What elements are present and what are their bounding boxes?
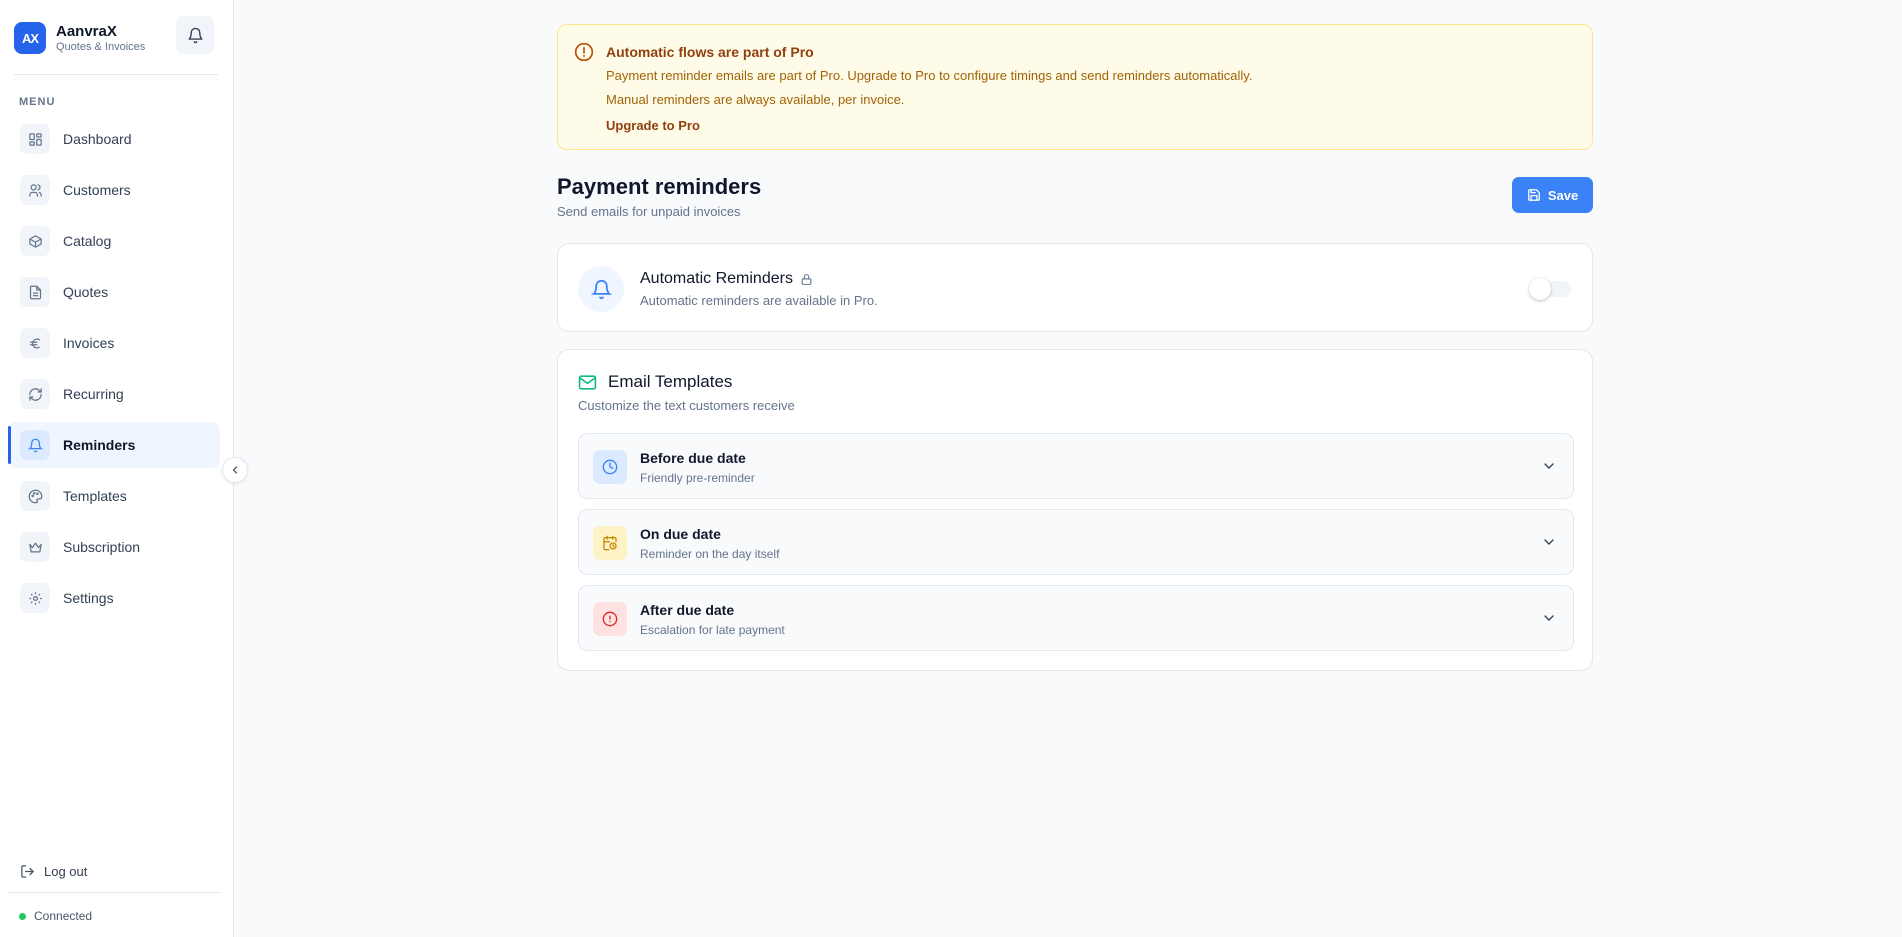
template-subtitle: Reminder on the day itself — [640, 547, 780, 561]
gear-icon — [20, 583, 50, 613]
sidebar-item-dashboard[interactable]: Dashboard — [8, 116, 220, 162]
sidebar-item-recurring[interactable]: Recurring — [8, 371, 220, 417]
page-subtitle: Send emails for unpaid invoices — [557, 204, 741, 219]
notifications-button[interactable] — [176, 16, 214, 54]
sidebar-item-label: Templates — [63, 488, 127, 504]
brand-subtitle: Quotes & Invoices — [56, 40, 146, 53]
automatic-reminders-title: Automatic Reminders — [640, 270, 813, 288]
logout-button[interactable]: Log out — [20, 864, 87, 879]
template-title: Before due date — [640, 450, 746, 466]
sidebar-item-invoices[interactable]: Invoices — [8, 320, 220, 366]
calendar-clock-icon — [593, 526, 627, 560]
connection-status: Connected — [19, 909, 92, 923]
email-templates-card: Email Templates Customize the text custo… — [557, 349, 1593, 671]
users-icon — [20, 175, 50, 205]
template-title: On due date — [640, 526, 721, 542]
chevron-down-icon — [1544, 463, 1554, 469]
lock-icon — [801, 273, 812, 285]
chevron-left-icon — [232, 466, 238, 474]
template-on-due[interactable]: On due date Reminder on the day itself — [578, 509, 1574, 575]
sidebar-item-label: Reminders — [63, 437, 136, 453]
sidebar: AX AanvraX Quotes & Invoices MENU Dashbo… — [0, 0, 234, 937]
sidebar-item-reminders[interactable]: Reminders — [8, 422, 220, 468]
refresh-icon — [20, 379, 50, 409]
automatic-reminders-label: Automatic Reminders — [640, 270, 793, 287]
automatic-reminders-toggle[interactable] — [1529, 278, 1571, 300]
sidebar-item-label: Settings — [63, 590, 114, 606]
divider — [8, 892, 220, 893]
logout-icon — [21, 865, 35, 878]
email-templates-header: Email Templates — [578, 372, 732, 392]
crown-icon — [20, 532, 50, 562]
banner-text: Payment reminder emails are part of Pro.… — [606, 68, 1253, 83]
template-subtitle: Escalation for late payment — [640, 623, 785, 637]
bell-icon — [187, 27, 203, 43]
status-dot — [19, 912, 26, 920]
chevron-down-icon — [1544, 539, 1554, 545]
sidebar-item-label: Dashboard — [63, 131, 132, 147]
email-templates-subtitle: Customize the text customers receive — [578, 398, 795, 413]
logo: AX — [14, 22, 46, 54]
bell-icon — [20, 430, 50, 460]
status-label: Connected — [34, 909, 93, 923]
sidebar-item-subscription[interactable]: Subscription — [8, 524, 220, 570]
sidebar-item-catalog[interactable]: Catalog — [8, 218, 220, 264]
page-title: Payment reminders — [557, 174, 762, 199]
sidebar-nav: Dashboard Customers Catalog Quotes Invoi… — [8, 116, 220, 626]
template-title: After due date — [640, 602, 735, 618]
mail-icon — [578, 374, 597, 390]
euro-icon — [20, 328, 50, 358]
template-after-due[interactable]: After due date Escalation for late payme… — [578, 585, 1574, 651]
sidebar-item-label: Quotes — [63, 284, 109, 300]
sidebar-item-label: Recurring — [63, 386, 124, 402]
sidebar-item-quotes[interactable]: Quotes — [8, 269, 220, 315]
pro-banner: Automatic flows are part of Pro Payment … — [557, 24, 1593, 150]
save-button[interactable]: Save — [1512, 177, 1593, 213]
sidebar-item-settings[interactable]: Settings — [8, 575, 220, 621]
sidebar-item-label: Customers — [63, 182, 131, 198]
palette-icon — [20, 481, 50, 511]
alert-circle-icon — [593, 602, 627, 636]
save-icon — [1527, 189, 1540, 201]
sidebar-item-label: Invoices — [63, 335, 115, 351]
logout-label: Log out — [44, 864, 88, 879]
upgrade-link[interactable]: Upgrade to Pro — [606, 118, 700, 133]
sidebar-item-customers[interactable]: Customers — [8, 167, 220, 213]
template-subtitle: Friendly pre-reminder — [640, 471, 755, 485]
menu-label: MENU — [19, 96, 56, 108]
box-icon — [20, 226, 50, 256]
template-before-due[interactable]: Before due date Friendly pre-reminder — [578, 433, 1574, 499]
dashboard-icon — [20, 124, 50, 154]
document-icon — [20, 277, 50, 307]
bell-icon — [578, 266, 624, 312]
automatic-reminders-subtitle: Automatic reminders are available in Pro… — [640, 293, 878, 308]
email-templates-title: Email Templates — [608, 372, 733, 391]
brand-text: AanvraX Quotes & Invoices — [56, 23, 145, 54]
clock-icon — [593, 450, 627, 484]
banner-title: Automatic flows are part of Pro — [606, 44, 814, 60]
chevron-down-icon — [1544, 615, 1554, 621]
sidebar-item-templates[interactable]: Templates — [8, 473, 220, 519]
banner-text: Manual reminders are always available, p… — [606, 92, 905, 107]
automatic-reminders-card: Automatic Reminders Automatic reminders … — [557, 243, 1593, 332]
collapse-sidebar-button[interactable] — [222, 457, 248, 483]
alert-circle-icon — [574, 42, 594, 62]
divider — [14, 74, 218, 75]
sidebar-item-label: Subscription — [63, 539, 141, 555]
toggle-knob — [1529, 278, 1551, 300]
sidebar-item-label: Catalog — [63, 233, 112, 249]
save-label: Save — [1547, 187, 1579, 203]
brand-name: AanvraX — [56, 22, 117, 40]
